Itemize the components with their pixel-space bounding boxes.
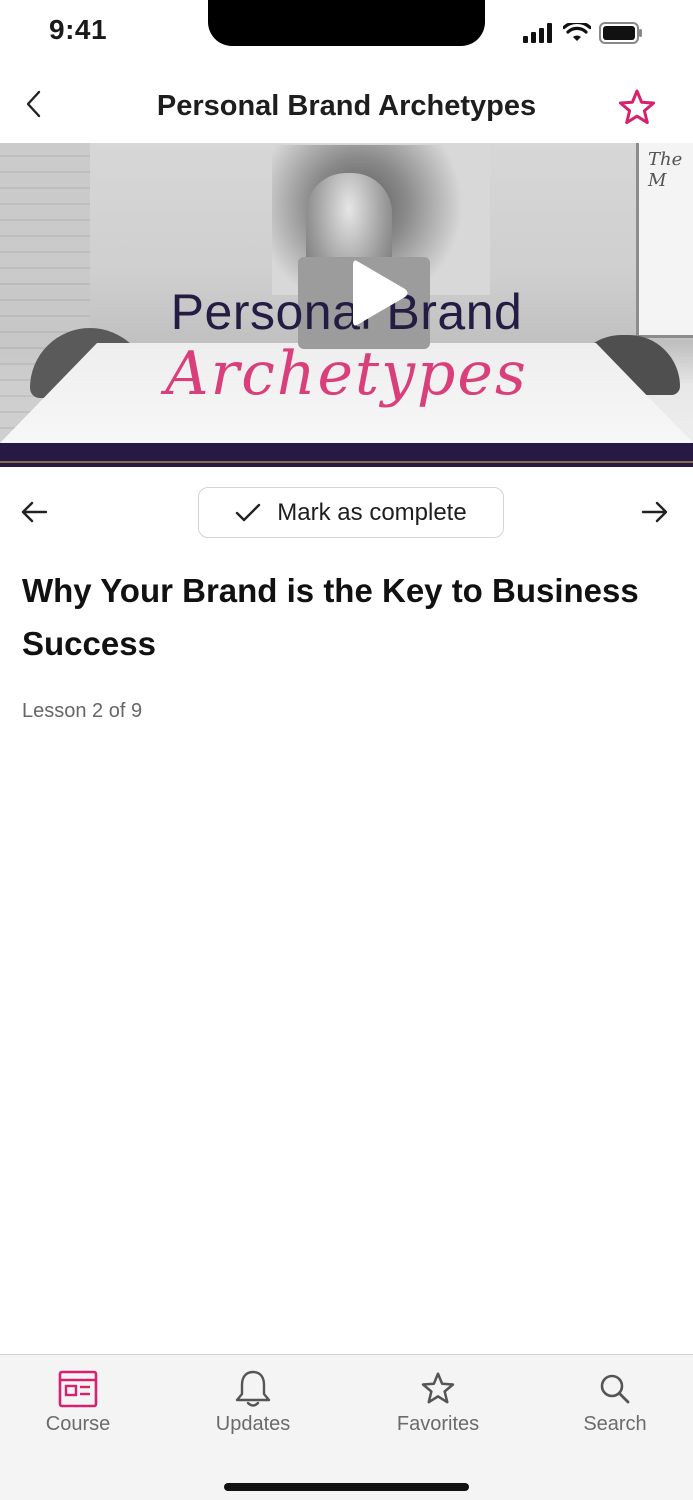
play-button[interactable] (345, 253, 415, 333)
status-icons (523, 22, 643, 44)
star-icon (418, 1369, 458, 1409)
battery-icon (599, 22, 642, 44)
camera-notch (208, 0, 485, 46)
video-player[interactable]: The M Personal Brand Archetypes (0, 143, 693, 467)
lesson-nav: Mark as complete (0, 487, 693, 539)
tab-updates[interactable]: Updates (193, 1369, 313, 1439)
tab-search[interactable]: Search (555, 1369, 675, 1439)
lesson-title: Why Your Brand is the Key to Business Su… (22, 572, 639, 662)
home-indicator (224, 1483, 469, 1491)
wifi-icon (563, 23, 591, 41)
previous-lesson-button[interactable] (20, 497, 50, 527)
tab-updates-label: Updates (215, 1413, 291, 1435)
header: Personal Brand Archetypes (0, 64, 693, 144)
status-time: 9:41 (49, 14, 108, 45)
play-icon (353, 260, 408, 326)
tab-bar: Course Updates Favorites Search (0, 1354, 693, 1500)
tab-favorites[interactable]: Favorites (378, 1369, 498, 1439)
video-band (0, 443, 693, 467)
mark-complete-label: Mark as complete (277, 498, 467, 526)
star-outline-icon (618, 89, 656, 125)
tab-search-label: Search (583, 1413, 647, 1435)
next-lesson-button[interactable] (639, 497, 669, 527)
whiteboard-text: The M (648, 149, 683, 191)
course-icon (58, 1369, 98, 1409)
tab-course[interactable]: Course (18, 1369, 138, 1439)
video-band-line (0, 461, 693, 463)
cellular-signal-icon (523, 23, 552, 43)
status-bar: 9:41 (0, 0, 693, 64)
lesson-count: Lesson 2 of 9 (22, 700, 143, 722)
tab-favorites-label: Favorites (396, 1413, 480, 1435)
bell-icon (233, 1369, 273, 1409)
favorite-button[interactable] (617, 88, 657, 128)
search-icon (595, 1369, 635, 1409)
arrow-right-icon (641, 501, 668, 523)
checkmark-icon (236, 503, 261, 521)
page-title: Personal Brand Archetypes (156, 90, 537, 122)
tab-course-label: Course (45, 1413, 111, 1435)
video-title-line2: Archetypes (165, 339, 528, 409)
mark-complete-button[interactable]: Mark as complete (198, 487, 504, 538)
arrow-left-icon (21, 501, 48, 523)
